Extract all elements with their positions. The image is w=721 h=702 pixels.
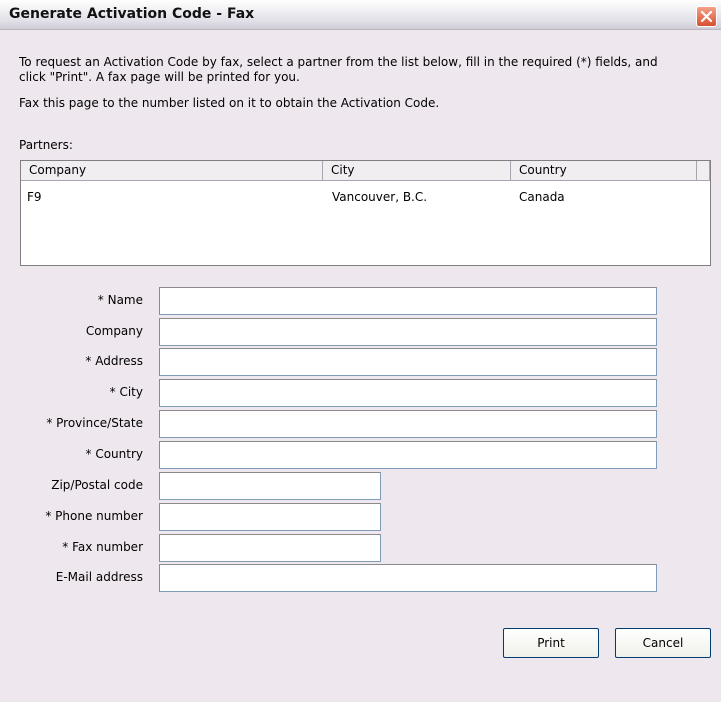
instruction-line-1: To request an Activation Code by fax, se… xyxy=(19,55,658,69)
instruction-line-3: Fax this page to the number listed on it… xyxy=(19,96,440,110)
name-label: * Name xyxy=(97,293,143,307)
close-button[interactable] xyxy=(696,6,717,27)
zip-label: Zip/Postal code xyxy=(51,478,143,492)
cell-city: Vancouver, B.C. xyxy=(332,190,428,204)
column-header-country[interactable]: Country xyxy=(511,161,697,181)
zip-field[interactable] xyxy=(159,472,381,500)
column-header-filler xyxy=(697,161,710,181)
partners-list[interactable]: Company City Country F9 Vancouver, B.C. … xyxy=(20,160,711,266)
column-header-city[interactable]: City xyxy=(323,161,511,181)
company-label: Company xyxy=(85,324,143,338)
name-field[interactable] xyxy=(159,287,657,315)
country-field[interactable] xyxy=(159,441,657,469)
title-bar[interactable]: Generate Activation Code - Fax xyxy=(0,0,721,30)
address-label: * Address xyxy=(85,354,143,368)
cell-country: Canada xyxy=(519,190,565,204)
window-title: Generate Activation Code - Fax xyxy=(9,6,255,22)
print-button[interactable]: Print xyxy=(503,628,599,658)
email-field[interactable] xyxy=(159,564,657,592)
address-field[interactable] xyxy=(159,348,657,376)
cell-company: F9 xyxy=(27,190,42,204)
instruction-line-2: click "Print". A fax page will be printe… xyxy=(19,70,300,84)
province-field[interactable] xyxy=(159,410,657,438)
partners-label: Partners: xyxy=(19,138,73,152)
close-icon xyxy=(700,10,713,23)
city-label: * City xyxy=(109,385,143,399)
fax-field[interactable] xyxy=(159,534,381,562)
country-label: * Country xyxy=(85,447,144,461)
email-label: E-Mail address xyxy=(55,570,143,584)
phone-label: * Phone number xyxy=(45,509,143,523)
phone-field[interactable] xyxy=(159,503,381,531)
fax-activation-dialog: Generate Activation Code - Fax To reques… xyxy=(0,0,721,702)
fax-label: * Fax number xyxy=(62,540,143,554)
province-label: * Province/State xyxy=(46,416,143,430)
city-field[interactable] xyxy=(159,379,657,407)
company-field[interactable] xyxy=(159,318,657,346)
column-header-company[interactable]: Company xyxy=(21,161,323,181)
cancel-button[interactable]: Cancel xyxy=(615,628,711,658)
